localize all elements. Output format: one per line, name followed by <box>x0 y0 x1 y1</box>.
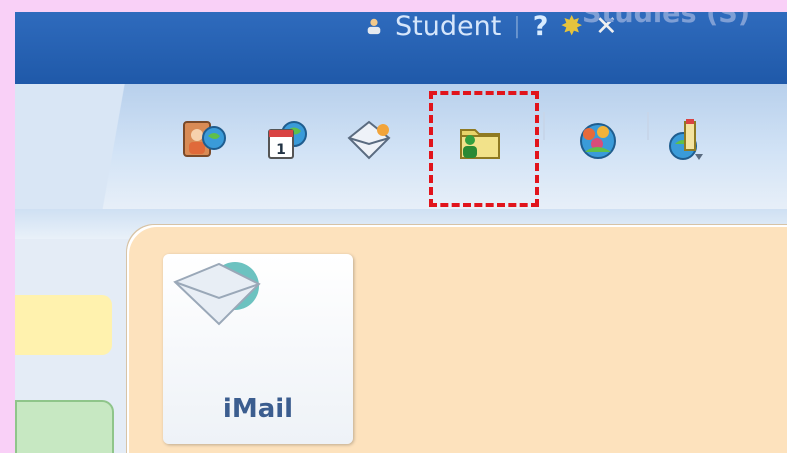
mail-icon[interactable] <box>345 116 395 166</box>
imail-icon <box>173 262 261 326</box>
nav-item-green[interactable] <box>15 400 114 453</box>
contacts-icon[interactable] <box>178 116 228 166</box>
groups-icon[interactable] <box>573 116 623 166</box>
imail-tile[interactable]: iMail <box>163 254 353 444</box>
help-button[interactable]: ? <box>533 12 549 42</box>
user-name[interactable]: Student <box>395 12 501 42</box>
download-icon[interactable] <box>663 116 713 166</box>
toolbar-slant <box>15 84 175 209</box>
studies-label[interactable]: Studies (S) <box>582 12 750 29</box>
svg-text:1: 1 <box>276 142 286 158</box>
nav-item-yellow[interactable] <box>15 295 112 355</box>
settings-icon[interactable]: ✸ <box>560 12 583 42</box>
divider: | <box>513 13 521 39</box>
user-icon <box>367 18 381 35</box>
highlight-box <box>429 91 539 207</box>
header-bar: Student | ? ✸ ✕ Studies (S) <box>15 12 787 84</box>
toolbar-divider <box>647 112 649 140</box>
app-window: Student | ? ✸ ✕ Studies (S) 1 iMail <box>15 12 787 453</box>
calendar-icon[interactable]: 1 <box>262 116 312 166</box>
user-area: Student | ? ✸ ✕ <box>365 12 618 44</box>
imail-label: iMail <box>222 394 294 424</box>
toolbar-divider <box>543 112 545 140</box>
